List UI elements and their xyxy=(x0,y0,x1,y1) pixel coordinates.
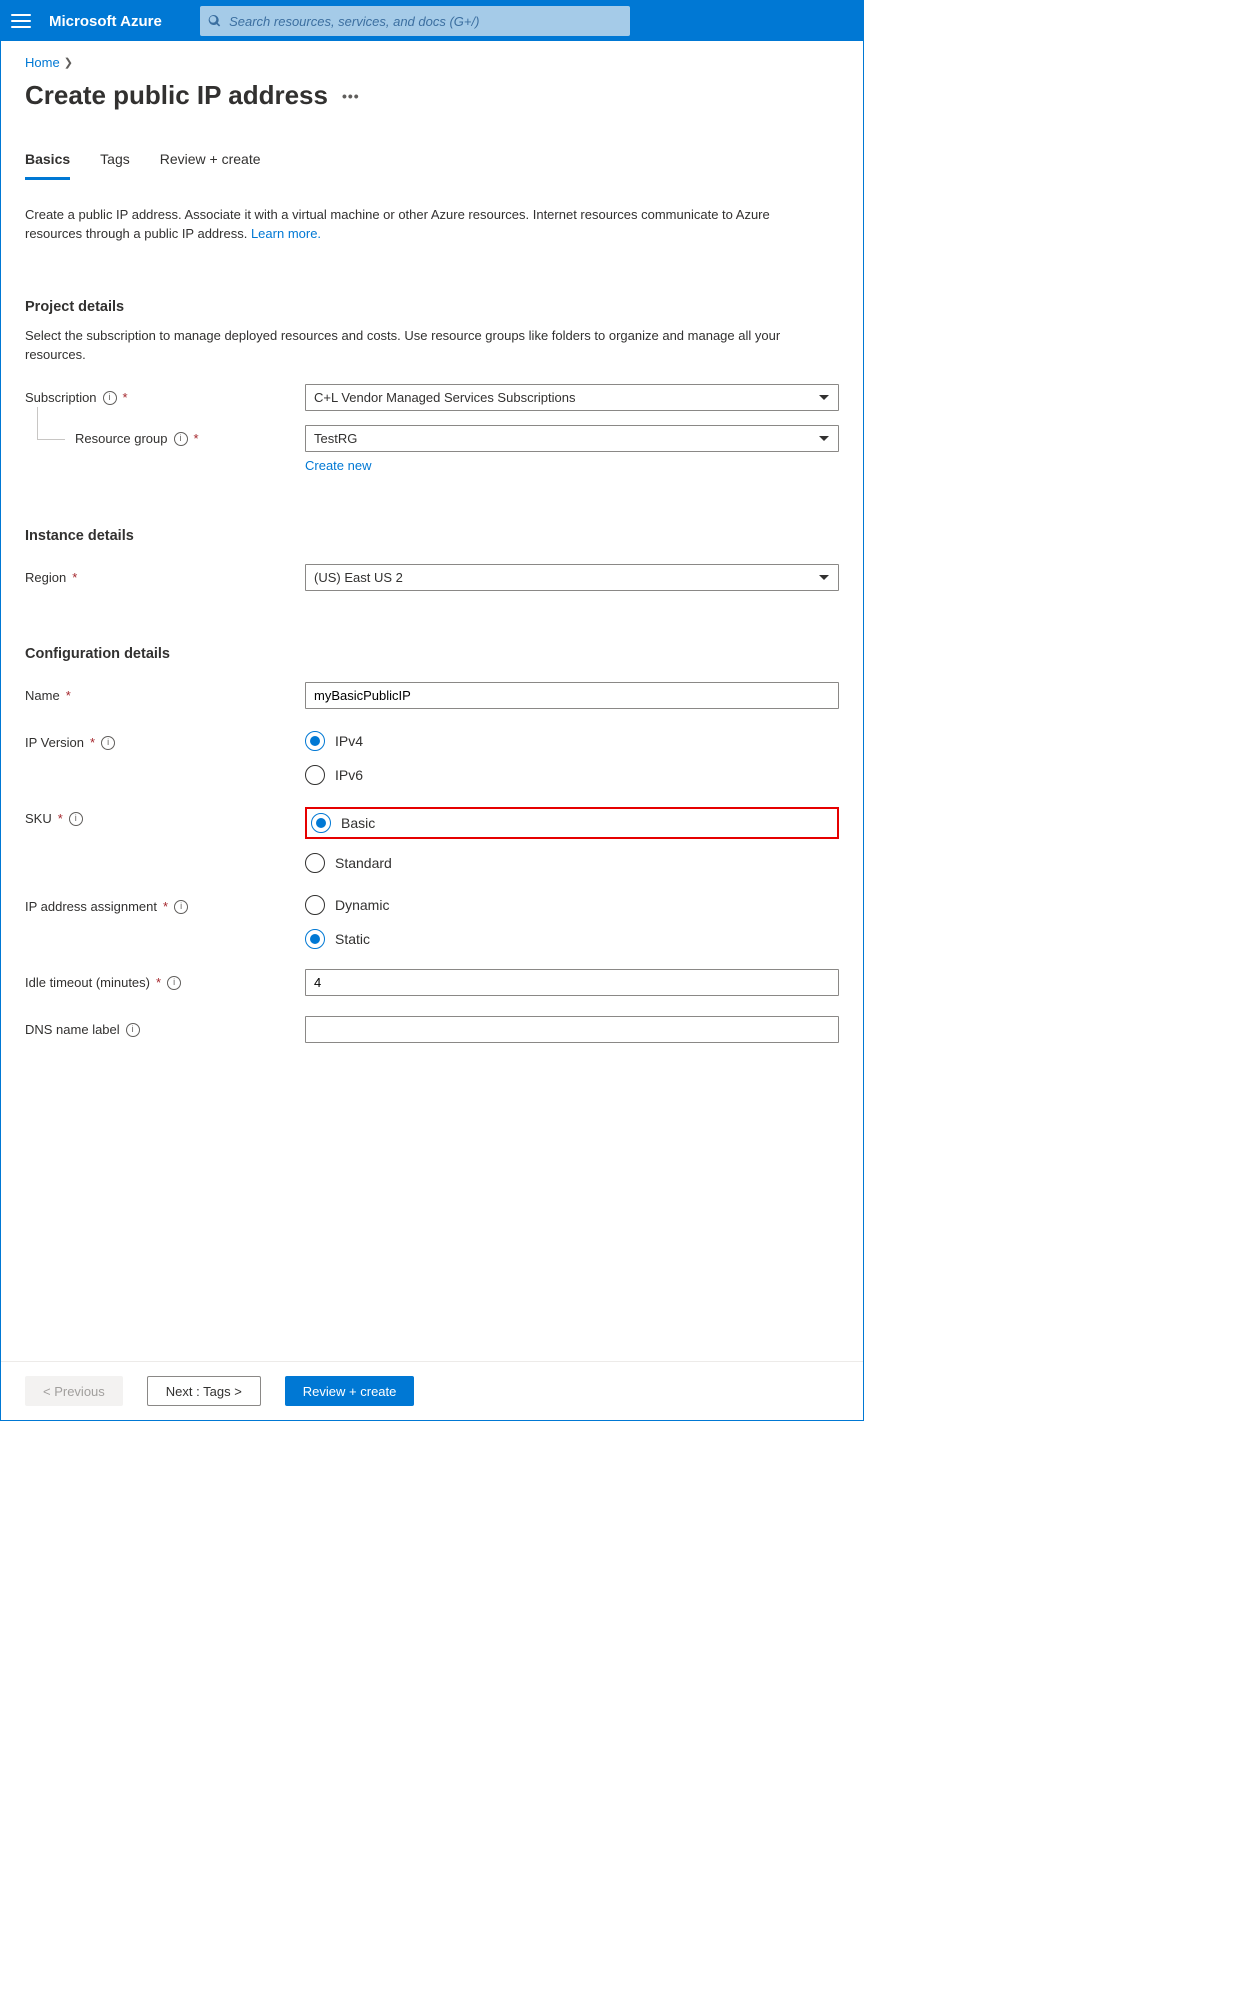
review-create-button[interactable]: Review + create xyxy=(285,1376,415,1406)
radio-selected-icon xyxy=(311,813,331,833)
info-icon[interactable]: i xyxy=(101,736,115,750)
tab-basics[interactable]: Basics xyxy=(25,151,70,180)
dns-label: DNS name label i xyxy=(25,1016,305,1037)
search-icon xyxy=(208,14,221,28)
previous-button[interactable]: < Previous xyxy=(25,1376,123,1406)
content-area: Home ❯ Create public IP address ••• Basi… xyxy=(1,41,863,1331)
resource-group-value: TestRG xyxy=(314,431,357,446)
subscription-label: Subscription i * xyxy=(25,384,305,405)
ip-assignment-label: IP address assignment * i xyxy=(25,893,305,914)
region-select[interactable]: (US) East US 2 xyxy=(305,564,839,591)
sku-basic-radio[interactable]: Basic xyxy=(311,813,375,833)
configuration-details-heading: Configuration details xyxy=(25,646,839,662)
search-box[interactable] xyxy=(200,6,630,36)
assignment-dynamic-radio[interactable]: Dynamic xyxy=(305,895,839,915)
idle-timeout-label: Idle timeout (minutes) * i xyxy=(25,969,305,990)
hamburger-menu-icon[interactable] xyxy=(11,11,31,31)
footer: < Previous Next : Tags > Review + create xyxy=(1,1361,863,1420)
project-details-heading: Project details xyxy=(25,299,839,315)
search-input[interactable] xyxy=(229,14,622,29)
radio-selected-icon xyxy=(305,731,325,751)
ipv6-radio[interactable]: IPv6 xyxy=(305,765,839,785)
radio-icon xyxy=(305,895,325,915)
description-text: Create a public IP address. Associate it… xyxy=(25,207,770,241)
resource-group-label: Resource group i * xyxy=(75,425,305,446)
chevron-down-icon xyxy=(818,392,830,404)
chevron-down-icon xyxy=(818,572,830,584)
brand-label[interactable]: Microsoft Azure xyxy=(49,13,162,30)
sku-label: SKU * i xyxy=(25,805,305,826)
learn-more-link[interactable]: Learn more. xyxy=(251,226,321,241)
ipv4-radio[interactable]: IPv4 xyxy=(305,731,839,751)
resource-group-select[interactable]: TestRG xyxy=(305,425,839,452)
assignment-static-radio[interactable]: Static xyxy=(305,929,839,949)
next-button[interactable]: Next : Tags > xyxy=(147,1376,261,1406)
idle-timeout-input[interactable] xyxy=(305,969,839,996)
info-icon[interactable]: i xyxy=(174,432,188,446)
name-input[interactable] xyxy=(305,682,839,709)
create-new-rg-link[interactable]: Create new xyxy=(305,458,371,473)
tab-review[interactable]: Review + create xyxy=(160,151,261,180)
breadcrumb-home[interactable]: Home xyxy=(25,55,60,70)
description: Create a public IP address. Associate it… xyxy=(25,206,825,244)
dns-input[interactable] xyxy=(305,1016,839,1043)
chevron-down-icon xyxy=(818,433,830,445)
topbar: Microsoft Azure xyxy=(1,1,863,41)
subscription-select[interactable]: C+L Vendor Managed Services Subscription… xyxy=(305,384,839,411)
project-details-sub: Select the subscription to manage deploy… xyxy=(25,327,835,365)
info-icon[interactable]: i xyxy=(126,1023,140,1037)
info-icon[interactable]: i xyxy=(103,391,117,405)
radio-icon xyxy=(305,765,325,785)
tabs: Basics Tags Review + create xyxy=(25,151,839,180)
name-label: Name * xyxy=(25,682,305,703)
page-title: Create public IP address ••• xyxy=(25,80,839,111)
radio-icon xyxy=(305,853,325,873)
region-value: (US) East US 2 xyxy=(314,570,403,585)
ip-version-label: IP Version * i xyxy=(25,729,305,750)
chevron-right-icon: ❯ xyxy=(64,56,73,69)
info-icon[interactable]: i xyxy=(167,976,181,990)
instance-details-heading: Instance details xyxy=(25,528,839,544)
info-icon[interactable]: i xyxy=(174,900,188,914)
more-actions-icon[interactable]: ••• xyxy=(342,88,360,104)
breadcrumb: Home ❯ xyxy=(25,55,839,70)
info-icon[interactable]: i xyxy=(69,812,83,826)
subscription-value: C+L Vendor Managed Services Subscription… xyxy=(314,390,575,405)
sku-basic-highlight: Basic xyxy=(305,807,839,839)
sku-standard-radio[interactable]: Standard xyxy=(305,853,839,873)
tab-tags[interactable]: Tags xyxy=(100,151,130,180)
radio-selected-icon xyxy=(305,929,325,949)
page-title-text: Create public IP address xyxy=(25,80,328,111)
region-label: Region * xyxy=(25,564,305,585)
